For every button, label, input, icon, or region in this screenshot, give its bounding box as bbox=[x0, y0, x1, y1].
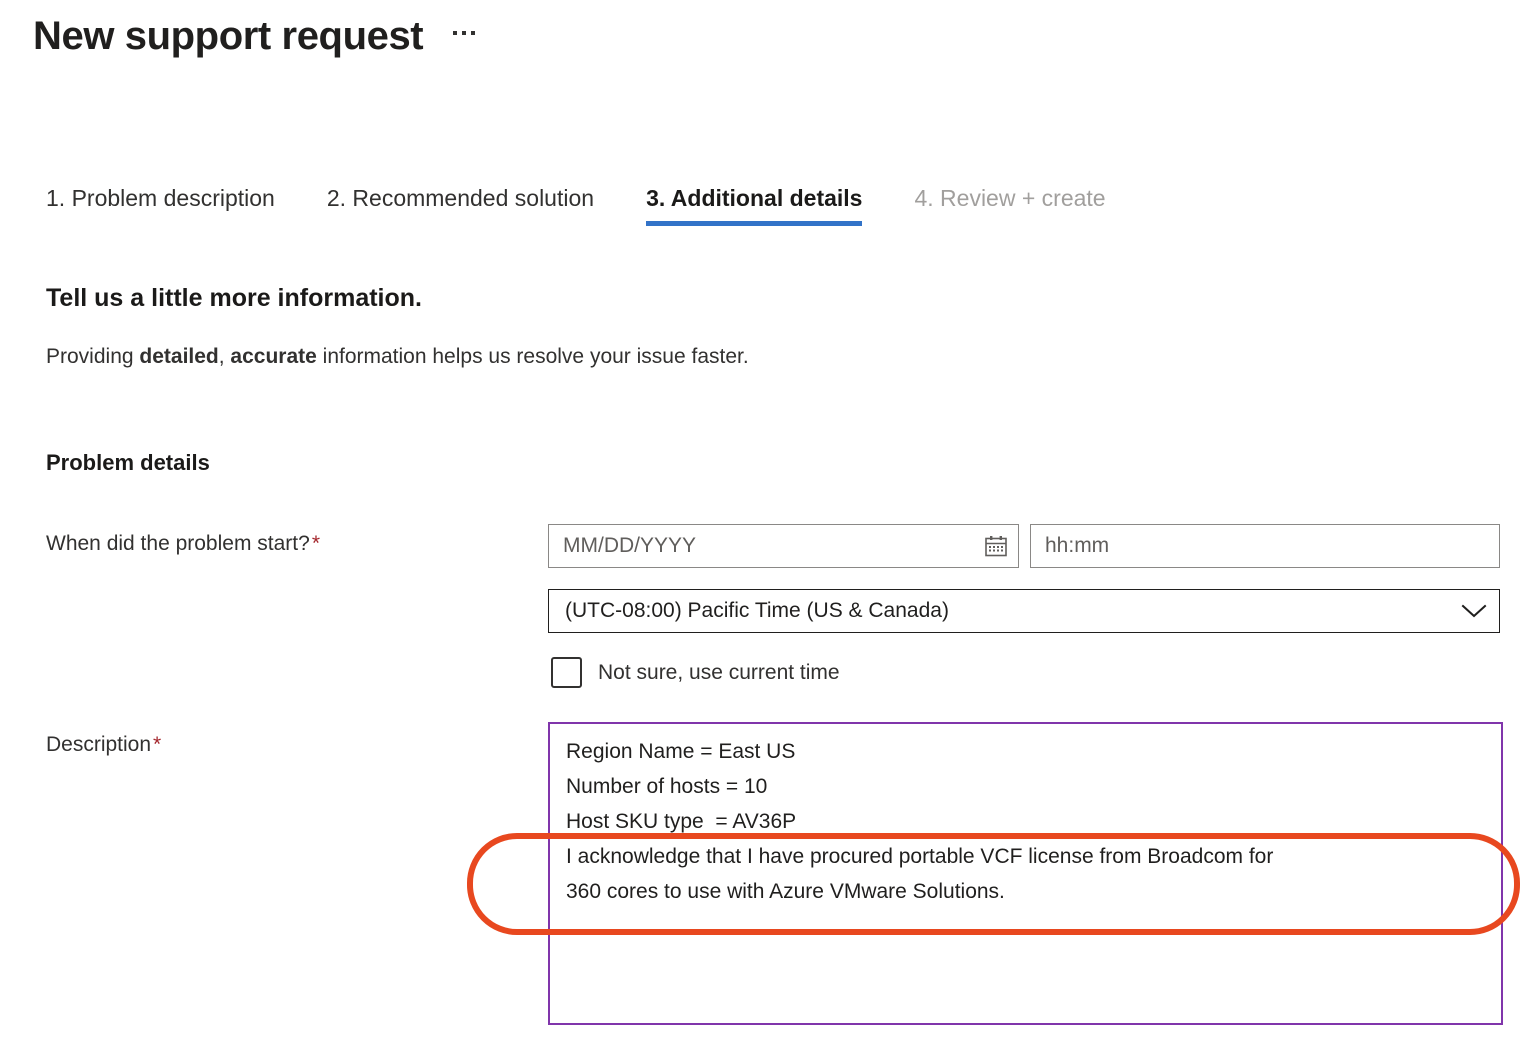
problem-start-date-input[interactable]: MM/DD/YYYY bbox=[548, 524, 1019, 568]
tab-additional-details[interactable]: 3. Additional details bbox=[646, 183, 862, 226]
ellipsis-dot bbox=[471, 31, 475, 35]
ellipsis-dot bbox=[453, 31, 457, 35]
timezone-selected-value: (UTC-08:00) Pacific Time (US & Canada) bbox=[565, 599, 949, 623]
problem-start-time-input[interactable]: hh:mm bbox=[1030, 524, 1500, 568]
date-placeholder-text: MM/DD/YYYY bbox=[563, 534, 696, 558]
required-asterisk: * bbox=[153, 733, 161, 756]
description-label: Description* bbox=[46, 733, 161, 757]
section-heading: Tell us a little more information. bbox=[46, 284, 422, 313]
calendar-icon[interactable] bbox=[985, 536, 1007, 557]
problem-details-heading: Problem details bbox=[46, 450, 210, 476]
label-text: Description bbox=[46, 733, 151, 756]
tab-review-create[interactable]: 4. Review + create bbox=[914, 183, 1105, 226]
label-text: When did the problem start? bbox=[46, 532, 310, 555]
subtext-segment: information helps us resolve your issue … bbox=[317, 345, 749, 368]
not-sure-checkbox[interactable] bbox=[551, 657, 582, 688]
when-did-problem-start-label: When did the problem start?* bbox=[46, 532, 320, 556]
tab-recommended-solution[interactable]: 2. Recommended solution bbox=[327, 183, 594, 226]
page-header: New support request bbox=[33, 14, 475, 58]
description-textarea[interactable]: Region Name = East US Number of hosts = … bbox=[548, 722, 1503, 1025]
required-asterisk: * bbox=[312, 532, 320, 555]
subtext-segment: , bbox=[219, 345, 231, 368]
not-sure-use-current-time-checkbox-row[interactable]: Not sure, use current time bbox=[551, 657, 840, 688]
wizard-tabs: 1. Problem description 2. Recommended so… bbox=[46, 183, 1158, 226]
timezone-dropdown[interactable]: (UTC-08:00) Pacific Time (US & Canada) bbox=[548, 589, 1500, 633]
more-options-icon[interactable] bbox=[453, 31, 475, 41]
subtext-bold-detailed: detailed bbox=[139, 345, 218, 368]
not-sure-checkbox-label: Not sure, use current time bbox=[598, 661, 840, 685]
chevron-down-icon[interactable] bbox=[1461, 603, 1487, 619]
section-subtext: Providing detailed, accurate information… bbox=[46, 345, 749, 369]
subtext-segment: Providing bbox=[46, 345, 139, 368]
page-title: New support request bbox=[33, 14, 423, 58]
ellipsis-dot bbox=[462, 31, 466, 35]
tab-problem-description[interactable]: 1. Problem description bbox=[46, 183, 275, 226]
subtext-bold-accurate: accurate bbox=[230, 345, 316, 368]
time-placeholder-text: hh:mm bbox=[1045, 534, 1109, 558]
